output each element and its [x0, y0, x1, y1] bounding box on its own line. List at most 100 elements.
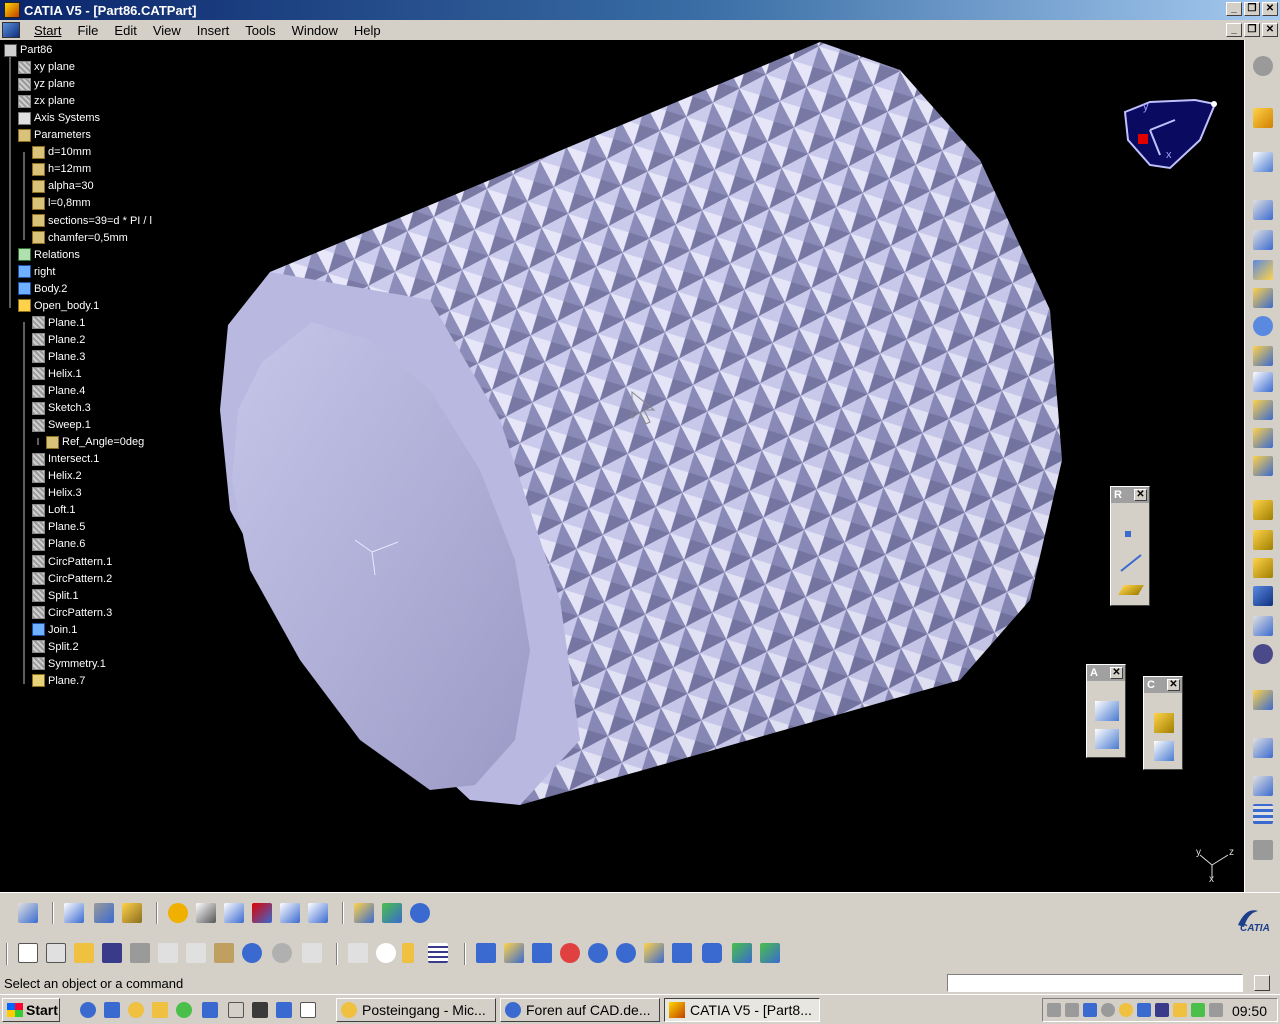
swap-space-icon[interactable] — [760, 943, 780, 963]
tree-node[interactable]: Plane.2 — [32, 332, 85, 348]
rotate-icon[interactable] — [560, 943, 580, 963]
quicklaunch-ie-icon[interactable] — [80, 1002, 96, 1018]
tree-node[interactable]: Split.2 — [32, 639, 79, 655]
axis-system-icon[interactable] — [196, 903, 216, 923]
settings-gear-icon[interactable] — [1253, 56, 1273, 76]
update-icon[interactable] — [18, 903, 38, 923]
stiffener-icon[interactable] — [1253, 400, 1273, 420]
tree-node[interactable]: alpha=30 — [32, 178, 94, 194]
tree-node[interactable]: d=10mm — [32, 144, 91, 160]
tree-node[interactable]: l=0,8mm — [32, 195, 91, 211]
tray-icon-1[interactable] — [1047, 1003, 1061, 1017]
doc-minimize-button[interactable]: _ — [1226, 23, 1242, 37]
measure-between-icon[interactable] — [64, 903, 84, 923]
tree-node[interactable]: Loft.1 — [32, 502, 76, 518]
quicklaunch-mail-icon[interactable] — [152, 1002, 168, 1018]
remove-loft-icon[interactable] — [1253, 456, 1273, 476]
quicklaunch-network-icon[interactable] — [202, 1002, 218, 1018]
close-button[interactable]: ✕ — [1262, 2, 1278, 16]
menu-window[interactable]: Window — [284, 23, 346, 38]
undo-icon[interactable] — [242, 943, 262, 963]
thickness-icon[interactable] — [1253, 616, 1273, 636]
tray-icon-5[interactable] — [1119, 1003, 1133, 1017]
tray-icon-6[interactable] — [1137, 1003, 1151, 1017]
tree-node[interactable]: xy plane — [18, 59, 75, 75]
tray-icon-7[interactable] — [1155, 1003, 1169, 1017]
tray-icon-2[interactable] — [1065, 1003, 1079, 1017]
translate-icon[interactable] — [1253, 738, 1273, 758]
tree-node[interactable]: Open_body.1 — [18, 298, 99, 314]
tree-node[interactable]: yz plane — [18, 76, 75, 92]
menu-edit[interactable]: Edit — [106, 23, 144, 38]
fly-mode-icon[interactable] — [476, 943, 496, 963]
knurled-cylinder-model[interactable]: y x y z x — [0, 40, 1244, 892]
design-table-icon[interactable] — [428, 943, 448, 963]
menu-insert[interactable]: Insert — [189, 23, 238, 38]
tray-icon-8[interactable] — [1173, 1003, 1187, 1017]
close-icon[interactable]: ✕ — [1110, 667, 1123, 679]
knowledge-icon[interactable] — [410, 903, 430, 923]
tray-icon-3[interactable] — [1083, 1003, 1097, 1017]
tree-node[interactable]: Body.2 — [18, 281, 67, 297]
zoom-in-icon[interactable] — [588, 943, 608, 963]
new-document-icon[interactable] — [18, 943, 38, 963]
doc-close-button[interactable]: ✕ — [1262, 23, 1278, 37]
quicklaunch-app-icon[interactable] — [228, 1002, 244, 1018]
fillet-icon[interactable] — [1253, 500, 1273, 520]
tree-node[interactable]: Plane.3 — [32, 349, 85, 365]
menu-start[interactable]: Start — [26, 23, 69, 38]
pattern-icon[interactable] — [1253, 804, 1273, 824]
copy-icon[interactable] — [186, 943, 206, 963]
dimension-icon[interactable] — [280, 903, 300, 923]
command-input[interactable] — [947, 974, 1243, 992]
rib-icon[interactable] — [1253, 346, 1273, 366]
tray-icon-4[interactable] — [1101, 1003, 1115, 1017]
close-icon[interactable]: ✕ — [1167, 679, 1180, 691]
shell-icon[interactable] — [1253, 586, 1273, 606]
loft-icon[interactable] — [1253, 428, 1273, 448]
tree-node[interactable]: Join.1 — [32, 622, 77, 638]
whats-this-help-icon[interactable] — [302, 943, 322, 963]
line-icon[interactable] — [1119, 553, 1143, 573]
hide-show-icon[interactable] — [732, 943, 752, 963]
menu-tools[interactable]: Tools — [237, 23, 283, 38]
command-input-button[interactable] — [1254, 975, 1270, 991]
zoom-out-icon[interactable] — [616, 943, 636, 963]
thread-icon[interactable] — [1253, 644, 1273, 664]
flag-note-icon[interactable] — [1095, 729, 1119, 749]
tree-node[interactable]: Helix.2 — [32, 468, 82, 484]
restore-button[interactable]: ❐ — [1244, 2, 1260, 16]
tree-node[interactable]: Sketch.3 — [32, 400, 91, 416]
compass-widget[interactable]: y x — [1123, 98, 1217, 170]
formula-icon[interactable] — [348, 943, 368, 963]
fit-all-in-icon[interactable] — [504, 943, 524, 963]
tree-node[interactable]: Sweep.1 — [32, 417, 91, 433]
quicklaunch-catia-icon[interactable] — [252, 1002, 268, 1018]
view-mode-icon[interactable] — [702, 943, 722, 963]
task-catia[interactable]: CATIA V5 - [Part8... — [664, 998, 820, 1022]
tree-node[interactable]: zx plane — [18, 93, 75, 109]
quicklaunch-browser-icon[interactable] — [104, 1002, 120, 1018]
sketcher-icon[interactable] — [1253, 152, 1273, 172]
tree-node[interactable]: Plane.1 — [32, 315, 85, 331]
tree-node[interactable]: right — [18, 264, 55, 280]
tree-node[interactable]: Relations — [18, 247, 80, 263]
constraint-dialog-icon[interactable] — [1154, 741, 1174, 761]
task-browser[interactable]: Foren auf CAD.de... — [500, 998, 660, 1022]
task-outlook[interactable]: Posteingang - Mic... — [336, 998, 496, 1022]
tree-node[interactable]: CircPattern.3 — [32, 605, 112, 621]
tree-node[interactable]: Ref_Angle=0deg — [46, 434, 144, 450]
menu-help[interactable]: Help — [346, 23, 389, 38]
tree-node[interactable]: CircPattern.2 — [32, 571, 112, 587]
tree-node[interactable]: CircPattern.1 — [32, 554, 112, 570]
draft-icon[interactable] — [1253, 558, 1273, 578]
quicklaunch-window-icon[interactable] — [300, 1002, 316, 1018]
pocket-icon[interactable] — [1253, 230, 1273, 250]
pad-icon[interactable] — [1253, 200, 1273, 220]
chamfer-icon[interactable] — [1253, 530, 1273, 550]
tree-node[interactable]: Plane.4 — [32, 383, 85, 399]
catalog-icon[interactable] — [354, 903, 374, 923]
swap-visible-space-icon[interactable] — [168, 903, 188, 923]
mirror-icon[interactable] — [1253, 776, 1273, 796]
tree-node[interactable]: Helix.3 — [32, 485, 82, 501]
